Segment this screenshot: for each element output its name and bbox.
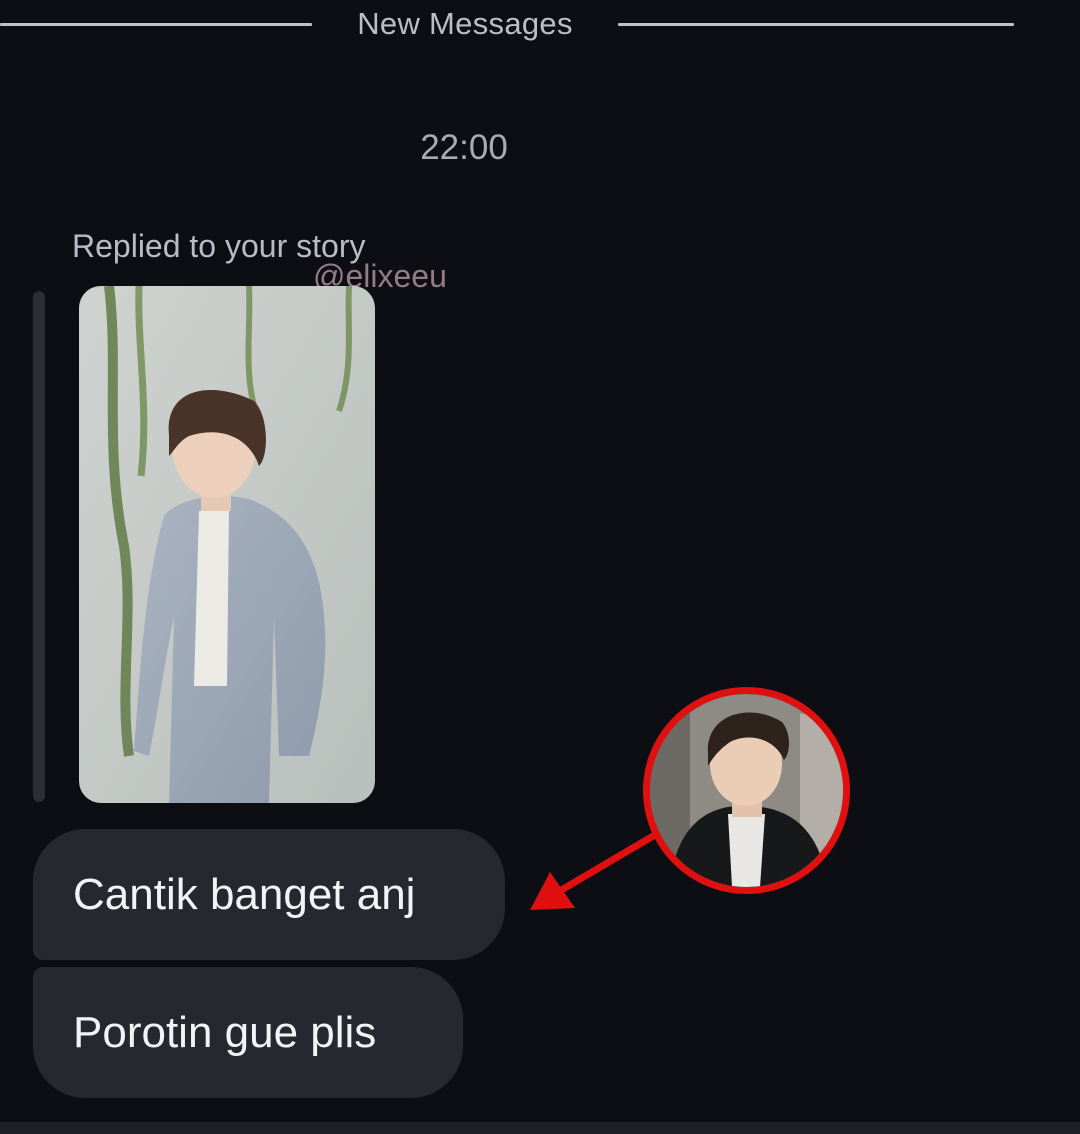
story-photo-image (79, 286, 375, 803)
message-timestamp: 22:00 (420, 128, 508, 167)
profile-photo-image (650, 694, 843, 887)
message-bubble[interactable]: Cantik banget anj (33, 829, 505, 960)
message-text: Cantik banget anj (73, 869, 416, 919)
new-messages-divider-label: New Messages (357, 6, 573, 41)
new-messages-divider-right (618, 23, 1014, 26)
message-bubble[interactable]: Porotin gue plis (33, 967, 463, 1098)
annotation-arrow (530, 828, 664, 910)
composer-edge (0, 1122, 1080, 1134)
dm-thread-screen: New Messages 22:00 Replied to your story… (0, 0, 1080, 1134)
story-reply-quote-bar (33, 291, 45, 802)
new-messages-divider-left (0, 23, 312, 26)
highlighted-profile-photo (643, 687, 850, 894)
message-text: Porotin gue plis (73, 1007, 377, 1057)
story-thumbnail[interactable] (79, 286, 375, 803)
